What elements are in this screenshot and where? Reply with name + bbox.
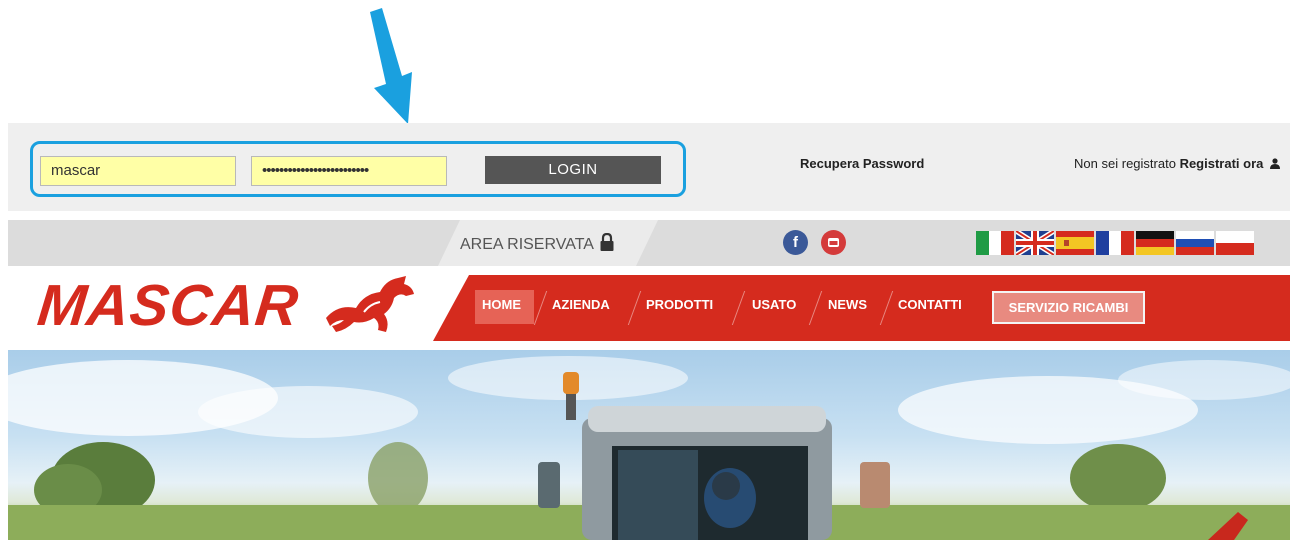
nav-item-news[interactable]: NEWS (828, 297, 867, 312)
top-strip: AREA RISERVATA f (8, 220, 1290, 266)
nav-item-contatti[interactable]: CONTATTI (898, 297, 962, 312)
nav-item-prodotti[interactable]: PRODOTTI (646, 297, 713, 312)
logo-text: MASCAR (34, 273, 302, 338)
user-icon (1270, 158, 1280, 169)
nav-item-azienda[interactable]: AZIENDA (552, 297, 610, 312)
facebook-icon[interactable]: f (783, 230, 808, 255)
youtube-icon[interactable] (821, 230, 846, 255)
hero-banner-image (8, 350, 1290, 540)
flag-poland-icon[interactable] (1216, 231, 1254, 255)
spare-parts-service-button[interactable]: SERVIZIO RICAMBI (992, 291, 1145, 324)
flag-italy-icon[interactable] (976, 231, 1014, 255)
flag-russia-icon[interactable] (1176, 231, 1214, 255)
register-prompt: Non sei registrato (1074, 156, 1176, 171)
reserved-area-label: AREA RISERVATA (460, 236, 594, 253)
lock-icon (600, 233, 614, 251)
reserved-area-link[interactable]: AREA RISERVATA (460, 233, 615, 254)
horse-logo-icon (326, 276, 414, 332)
nav-item-home[interactable]: HOME (482, 297, 521, 312)
flag-spain-icon[interactable] (1056, 231, 1094, 255)
password-input[interactable]: ••••••••••••••••••••••••• (251, 156, 447, 186)
flag-uk-icon[interactable] (1016, 231, 1054, 255)
register-area: Non sei registrato Registrati ora (1074, 156, 1280, 171)
hero-scene (8, 356, 1290, 540)
flag-germany-icon[interactable] (1136, 231, 1174, 255)
login-bar: mascar ••••••••••••••••••••••••• LOGIN R… (8, 123, 1290, 211)
login-button[interactable]: LOGIN (485, 156, 661, 184)
logo[interactable]: MASCAR (8, 266, 448, 346)
annotation-arrow (370, 8, 412, 124)
register-link[interactable]: Registrati ora (1180, 156, 1264, 171)
nav-item-usato[interactable]: USATO (752, 297, 796, 312)
flag-france-icon[interactable] (1096, 231, 1134, 255)
page: mascar ••••••••••••••••••••••••• LOGIN R… (0, 0, 1290, 540)
recover-password-link[interactable]: Recupera Password (800, 156, 924, 171)
username-input[interactable]: mascar (40, 156, 236, 186)
